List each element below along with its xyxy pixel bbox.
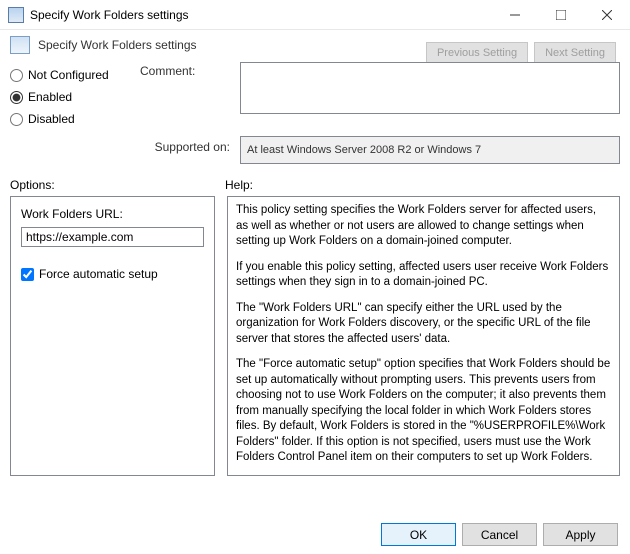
options-section-label: Options: [10, 178, 225, 192]
url-label: Work Folders URL: [21, 207, 204, 221]
help-section-label: Help: [225, 178, 253, 192]
ok-button[interactable]: OK [381, 523, 456, 546]
cancel-button[interactable]: Cancel [462, 523, 537, 546]
comment-label: Comment: [140, 62, 240, 114]
minimize-button[interactable] [492, 0, 538, 29]
help-pane[interactable]: This policy setting specifies the Work F… [227, 196, 620, 476]
help-paragraph: This policy setting specifies the Work F… [236, 203, 611, 250]
supported-value: At least Windows Server 2008 R2 or Windo… [240, 136, 620, 164]
radio-not-configured-label[interactable]: Not Configured [28, 68, 109, 82]
policy-icon [10, 36, 30, 54]
next-setting-button[interactable]: Next Setting [534, 42, 616, 64]
window-title: Specify Work Folders settings [30, 8, 492, 22]
heading-text: Specify Work Folders settings [38, 38, 197, 52]
previous-setting-button[interactable]: Previous Setting [426, 42, 528, 64]
help-paragraph: If you enable this policy setting, affec… [236, 260, 611, 291]
comment-textarea[interactable] [240, 62, 620, 114]
title-bar: Specify Work Folders settings [0, 0, 630, 30]
close-button[interactable] [584, 0, 630, 29]
radio-enabled-label[interactable]: Enabled [28, 90, 72, 104]
radio-disabled-label[interactable]: Disabled [28, 112, 75, 126]
app-icon [8, 7, 24, 23]
options-pane: Work Folders URL: Force automatic setup [10, 196, 215, 476]
url-input[interactable] [21, 227, 204, 247]
radio-not-configured[interactable] [10, 69, 23, 82]
apply-button[interactable]: Apply [543, 523, 618, 546]
maximize-button[interactable] [538, 0, 584, 29]
help-paragraph: The "Force automatic setup" option speci… [236, 357, 611, 466]
radio-disabled[interactable] [10, 113, 23, 126]
supported-label: Supported on: [10, 136, 240, 154]
force-label[interactable]: Force automatic setup [39, 267, 158, 281]
force-checkbox[interactable] [21, 268, 34, 281]
radio-enabled[interactable] [10, 91, 23, 104]
help-paragraph: The "Work Folders URL" can specify eithe… [236, 301, 611, 348]
